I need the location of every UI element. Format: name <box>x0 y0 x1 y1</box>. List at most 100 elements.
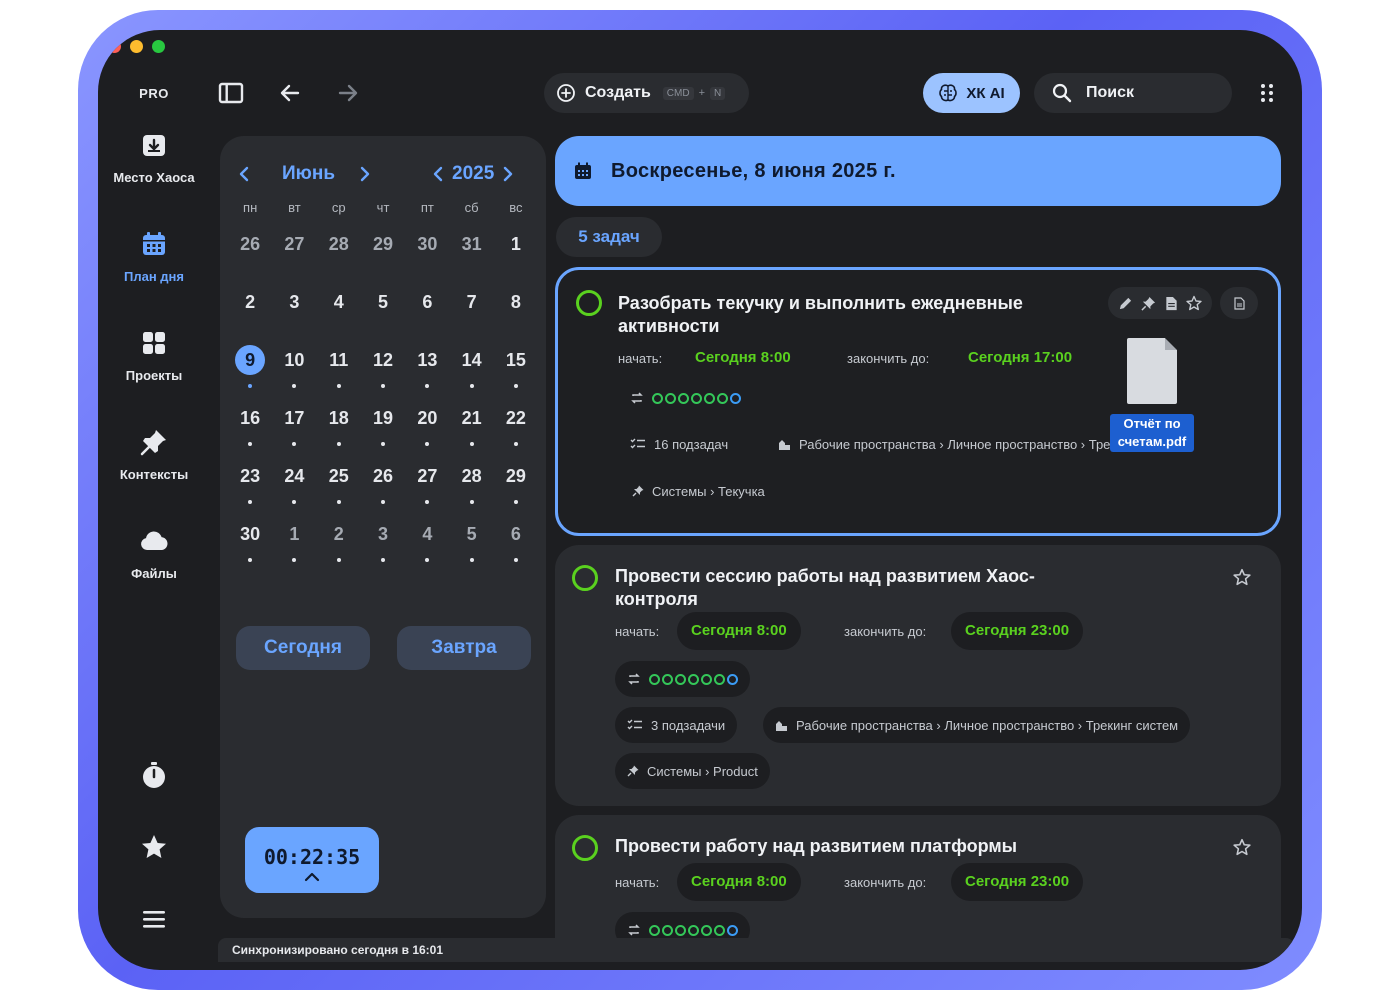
attachment-button[interactable] <box>1220 287 1258 319</box>
attachment-filename[interactable]: Отчёт по счетам.pdf <box>1110 414 1194 452</box>
calendar-day[interactable]: 20 <box>405 398 449 456</box>
calendar-day[interactable]: 11 <box>317 340 361 398</box>
star-icon[interactable] <box>139 832 169 862</box>
calendar-day[interactable]: 15 <box>494 340 538 398</box>
calendar-day[interactable]: 26 <box>361 456 405 514</box>
end-time-chip[interactable]: Сегодня 23:00 <box>951 863 1084 901</box>
calendar-day[interactable]: 1 <box>272 514 316 572</box>
calendar-day[interactable]: 3 <box>361 514 405 572</box>
calendar-day[interactable]: 5 <box>361 282 405 340</box>
calendar-day[interactable]: 23 <box>228 456 272 514</box>
calendar-day[interactable]: 2 <box>317 514 361 572</box>
task-card[interactable]: Провести сессию работы над развитием Хао… <box>555 545 1281 806</box>
repeat-chip[interactable] <box>615 912 750 938</box>
forward-arrow-icon[interactable] <box>336 81 360 105</box>
calendar-day[interactable]: 4 <box>405 514 449 572</box>
workspace-path-chip[interactable]: Рабочие пространства › Личное пространст… <box>763 707 1191 743</box>
start-time-chip[interactable]: Сегодня 8:00 <box>677 863 801 901</box>
calendar-day[interactable]: 6 <box>494 514 538 572</box>
calendar-day[interactable]: 28 <box>449 456 493 514</box>
edit-pencil-icon[interactable] <box>1118 296 1133 311</box>
sidebar-item-day-plan[interactable]: План дня <box>98 229 210 284</box>
calendar-day[interactable]: 24 <box>272 456 316 514</box>
prev-month-button[interactable] <box>234 162 254 186</box>
calendar-day[interactable]: 6 <box>405 282 449 340</box>
calendar-day[interactable]: 16 <box>228 398 272 456</box>
sidebar-toggle-icon[interactable] <box>218 81 244 105</box>
search-input[interactable] <box>1086 84 1216 102</box>
calendar-day[interactable]: 27 <box>405 456 449 514</box>
calendar-day[interactable]: 4 <box>317 282 361 340</box>
pin-add-icon[interactable] <box>1141 296 1156 311</box>
favorite-star-icon[interactable] <box>1233 838 1251 856</box>
calendar-day[interactable]: 9 <box>228 340 272 398</box>
context-chip[interactable]: Системы › Product <box>615 753 770 789</box>
timer-widget[interactable]: 00:22:35 <box>245 827 379 893</box>
calendar-day[interactable]: 8 <box>494 282 538 340</box>
start-time-chip[interactable]: Сегодня 8:00 <box>695 349 791 366</box>
calendar-day[interactable]: 28 <box>317 224 361 282</box>
create-button[interactable]: Создать CMD + N <box>544 73 749 113</box>
calendar-day[interactable]: 18 <box>317 398 361 456</box>
calendar-day[interactable]: 3 <box>272 282 316 340</box>
repeat-chip[interactable] <box>630 380 741 416</box>
tomorrow-button[interactable]: Завтра <box>397 626 531 670</box>
calendar-day[interactable]: 2 <box>228 282 272 340</box>
subtasks-chip[interactable]: 3 подзадачи <box>615 707 738 743</box>
calendar-day[interactable]: 1 <box>494 224 538 282</box>
end-time-chip[interactable]: Сегодня 17:00 <box>968 349 1072 366</box>
pdf-thumbnail[interactable] <box>1127 338 1177 404</box>
calendar-day[interactable]: 25 <box>317 456 361 514</box>
calendar-day[interactable]: 17 <box>272 398 316 456</box>
apps-grid-icon[interactable] <box>1256 82 1278 104</box>
calendar-day[interactable]: 12 <box>361 340 405 398</box>
next-month-button[interactable] <box>355 162 375 186</box>
calendar-day[interactable]: 31 <box>449 224 493 282</box>
subtasks-chip[interactable]: 16 подзадач <box>630 426 728 462</box>
calendar-day[interactable]: 13 <box>405 340 449 398</box>
calendar-day[interactable]: 29 <box>494 456 538 514</box>
next-year-button[interactable] <box>498 162 518 186</box>
favorite-star-icon[interactable] <box>1233 568 1251 586</box>
task-card[interactable]: Провести работу над развитием платформы … <box>555 815 1281 938</box>
menu-icon[interactable] <box>139 904 169 934</box>
sidebar-item-contexts[interactable]: Контексты <box>98 427 210 482</box>
context-chip[interactable]: Системы › Текучка <box>632 473 765 509</box>
sidebar-item-chaos-place[interactable]: Место Хаоса <box>98 130 210 185</box>
calendar-day[interactable]: 14 <box>449 340 493 398</box>
sidebar-item-files[interactable]: Файлы <box>98 526 210 581</box>
back-arrow-icon[interactable] <box>278 81 302 105</box>
calendar-day[interactable]: 29 <box>361 224 405 282</box>
calendar-day[interactable]: 5 <box>449 514 493 572</box>
task-complete-checkbox[interactable] <box>572 565 598 591</box>
task-complete-checkbox[interactable] <box>572 835 598 861</box>
month-label[interactable]: Июнь <box>282 163 335 185</box>
document-icon[interactable] <box>1165 296 1178 311</box>
calendar-day[interactable]: 30 <box>228 514 272 572</box>
calendar-day[interactable]: 7 <box>449 282 493 340</box>
calendar-day[interactable]: 26 <box>228 224 272 282</box>
start-time-chip[interactable]: Сегодня 8:00 <box>677 612 801 650</box>
calendar-day-number: 17 <box>284 408 305 428</box>
chevron-up-icon[interactable] <box>304 872 320 882</box>
calendar-day[interactable]: 30 <box>405 224 449 282</box>
ai-assistant-button[interactable]: ХК AI <box>923 73 1020 113</box>
calendar-day[interactable]: 19 <box>361 398 405 456</box>
brain-icon <box>939 84 958 102</box>
task-complete-checkbox[interactable] <box>576 290 602 316</box>
calendar-day[interactable]: 21 <box>449 398 493 456</box>
calendar-day[interactable]: 22 <box>494 398 538 456</box>
calendar-day[interactable]: 10 <box>272 340 316 398</box>
shortcut-key-cmd: CMD <box>662 86 694 100</box>
prev-year-button[interactable] <box>428 162 448 186</box>
end-time-chip[interactable]: Сегодня 23:00 <box>951 612 1084 650</box>
favorite-star-icon[interactable] <box>1186 295 1202 311</box>
today-button[interactable]: Сегодня <box>236 626 370 670</box>
stopwatch-icon[interactable] <box>139 760 169 790</box>
search-box[interactable] <box>1034 73 1232 113</box>
sidebar-item-projects[interactable]: Проекты <box>98 328 210 383</box>
task-card[interactable]: Разобрать текучку и выполнить ежедневные… <box>555 267 1281 536</box>
repeat-chip[interactable] <box>615 661 750 697</box>
calendar-day[interactable]: 27 <box>272 224 316 282</box>
year-label[interactable]: 2025 <box>452 163 494 185</box>
